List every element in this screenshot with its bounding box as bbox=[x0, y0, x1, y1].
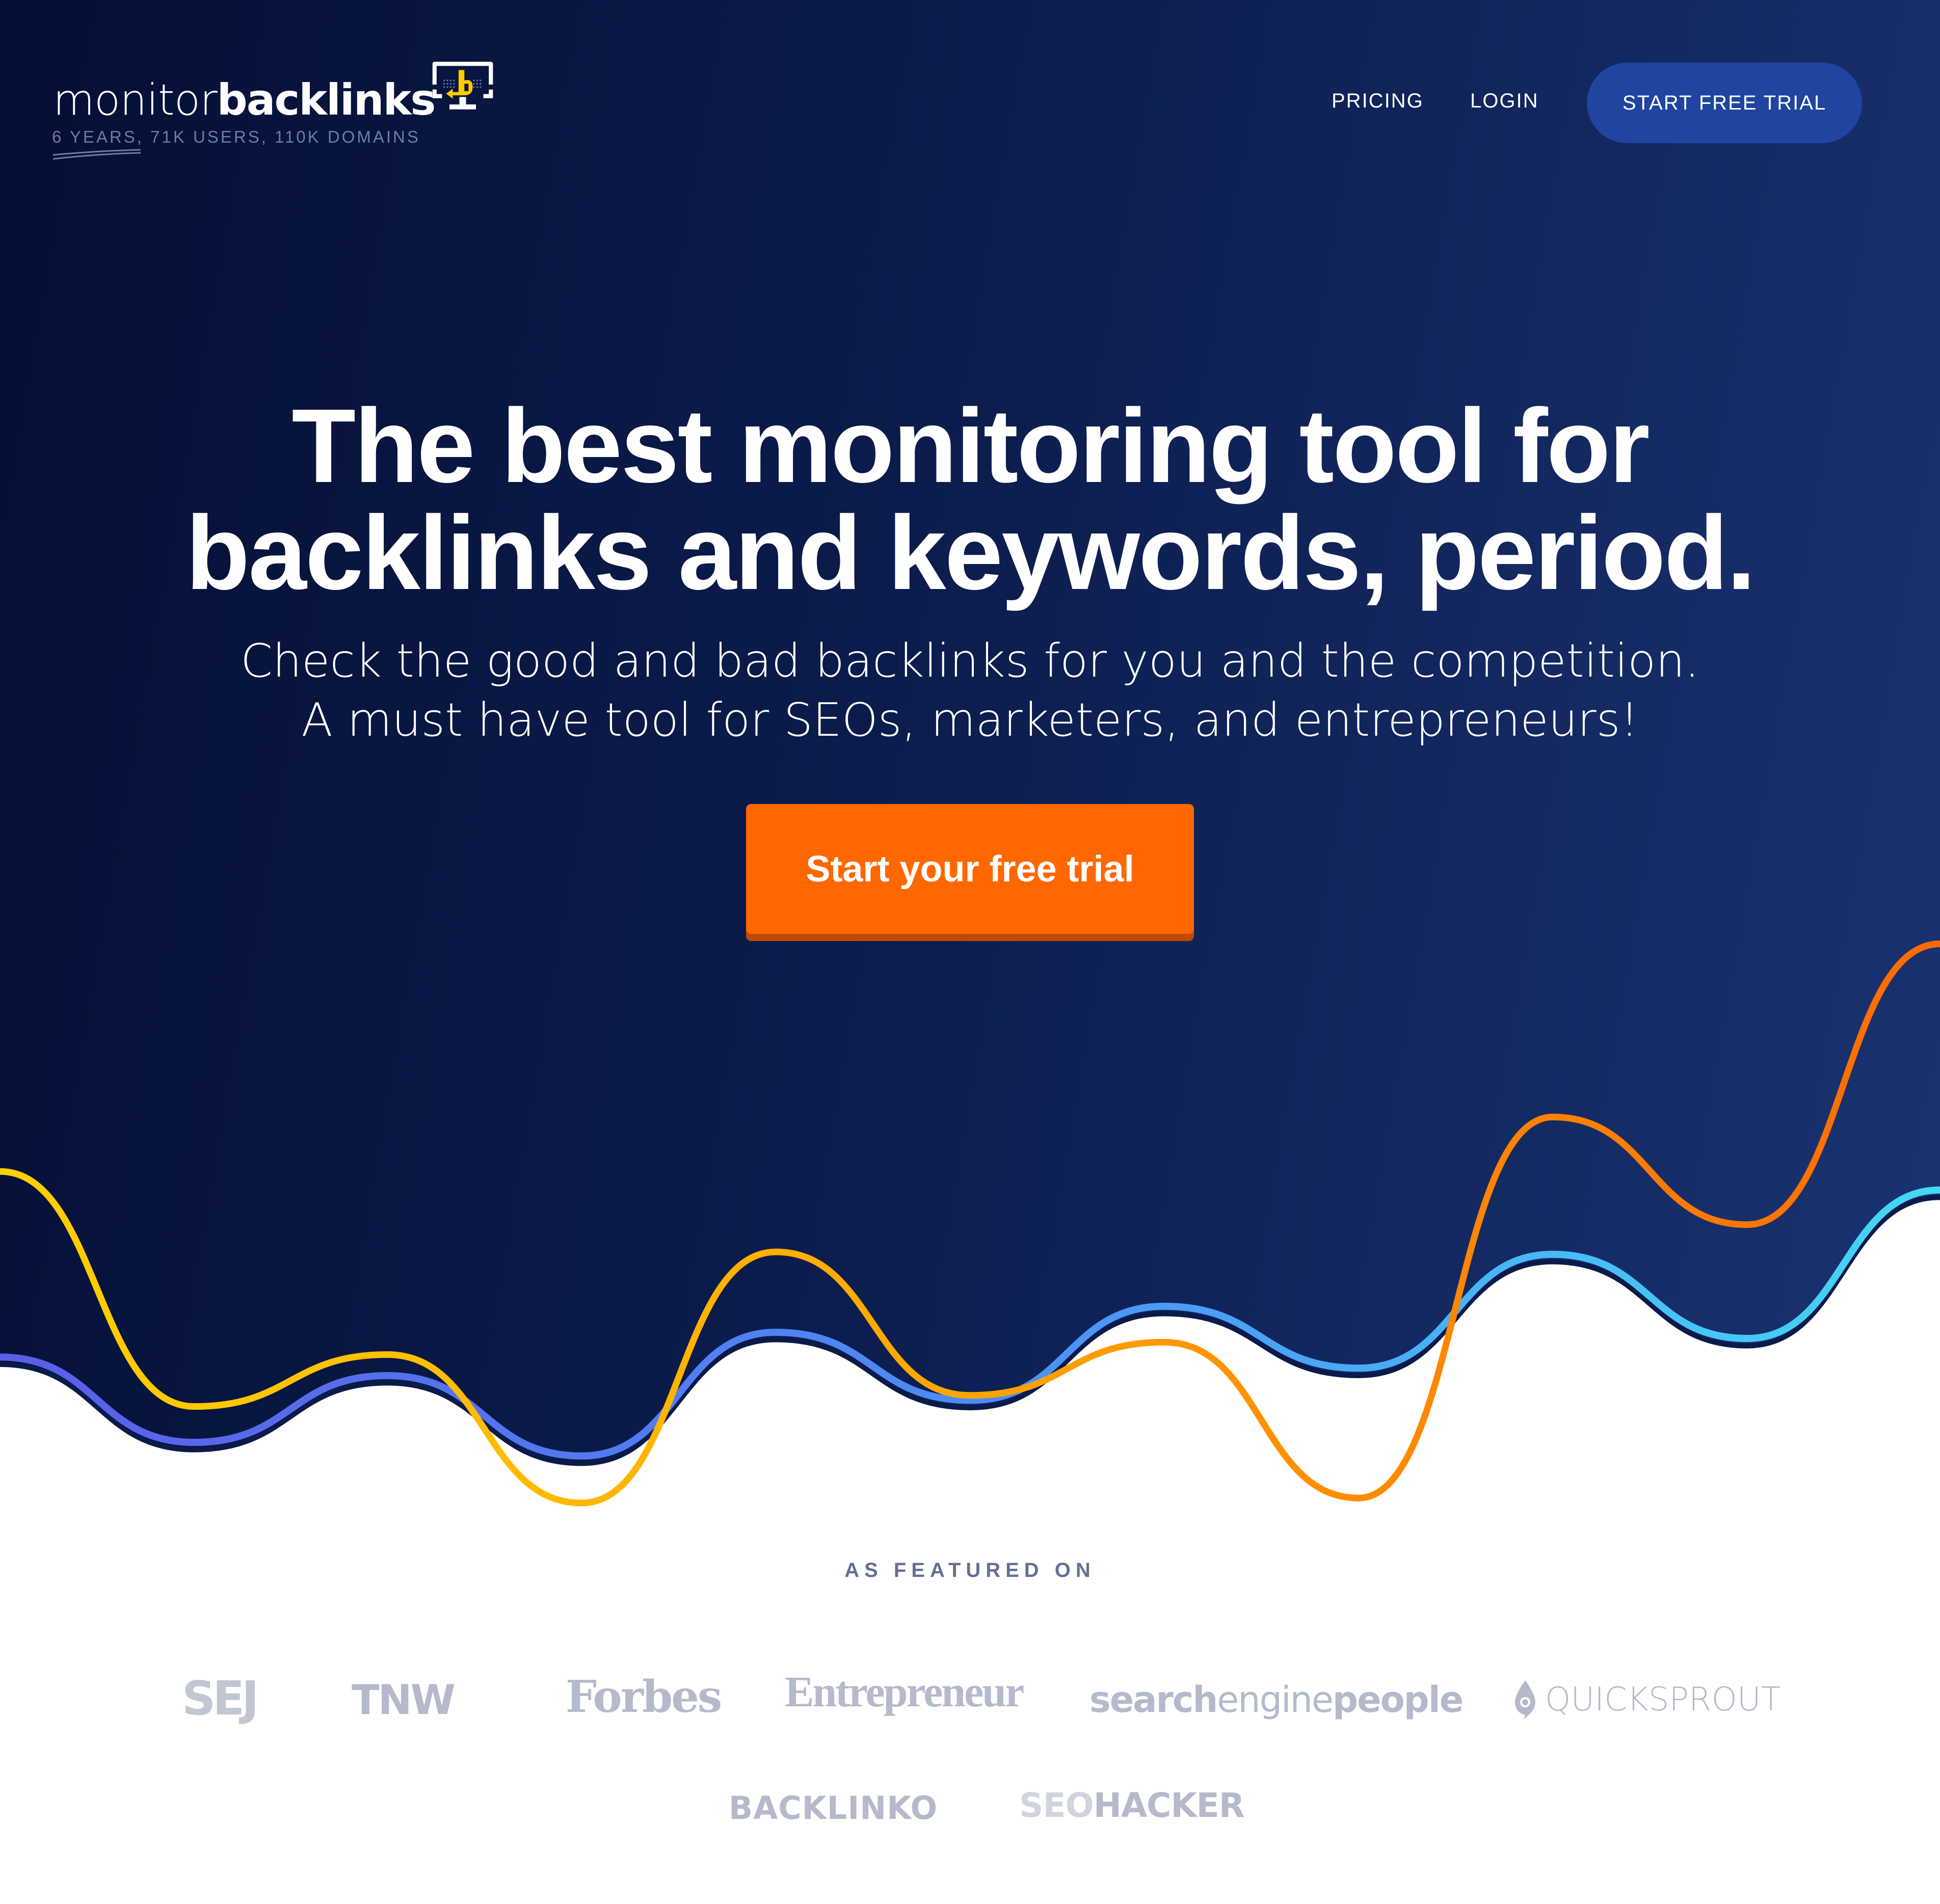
quicksprout-icon bbox=[1515, 1680, 1535, 1719]
nav-login[interactable]: LOGIN bbox=[1470, 90, 1538, 113]
sep-part-people: people bbox=[1332, 1679, 1464, 1721]
headline-line-2: backlinks and keywords, period. bbox=[185, 494, 1756, 611]
headline-line-1: The best monitoring tool for bbox=[291, 387, 1650, 504]
sep-part-engine: engine bbox=[1217, 1679, 1334, 1721]
brand-name-light: monitor bbox=[53, 75, 218, 125]
subtitle-line-1: Check the good and bad backlinks for you… bbox=[241, 634, 1699, 688]
seohacker-part-hacker: HACKER bbox=[1093, 1786, 1245, 1825]
nav-start-free-trial-button[interactable]: START FREE TRIAL bbox=[1587, 63, 1862, 143]
press-logo-quicksprout: QUICKSPROUT bbox=[1512, 1679, 1781, 1720]
start-free-trial-button[interactable]: Start your free trial bbox=[746, 804, 1194, 934]
press-logo-forbes: Forbes bbox=[566, 1671, 722, 1723]
brand-tagline: 6 YEARS, 71K USERS, 110K DOMAINS bbox=[52, 127, 420, 146]
featured-heading: AS FEATURED ON bbox=[844, 1559, 1096, 1581]
press-logo-backlinko: BACKLINKO bbox=[729, 1789, 938, 1827]
press-logo-sej: SEJ bbox=[182, 1671, 259, 1726]
press-logo-searchenginepeople: searchenginepeople bbox=[1089, 1679, 1464, 1721]
brand-logo[interactable]: monitor backlinks bbox=[53, 70, 436, 125]
decorative-waves bbox=[0, 941, 1940, 1528]
sep-part-search: search bbox=[1089, 1679, 1218, 1721]
press-logo-tnw: TNW bbox=[352, 1676, 456, 1724]
press-logo-seohacker: SEOHACKER bbox=[1019, 1786, 1245, 1825]
quicksprout-label: QUICKSPROUT bbox=[1545, 1681, 1781, 1719]
nav-pricing[interactable]: PRICING bbox=[1332, 90, 1424, 113]
brand-name-bold: backlinks bbox=[217, 75, 436, 125]
white-wave-fill bbox=[0, 1197, 1940, 1528]
tagline-underline bbox=[52, 149, 141, 160]
subtitle-line-2: A must have tool for SEOs, marketers, an… bbox=[301, 693, 1639, 747]
seohacker-part-seo: SEO bbox=[1019, 1786, 1094, 1825]
hero-subtitle: Check the good and bad backlinks for you… bbox=[0, 632, 1940, 750]
press-logo-entrepreneur: Entrepreneur bbox=[785, 1667, 1024, 1716]
hero-headline: The best monitoring tool for backlinks a… bbox=[0, 392, 1940, 606]
monitor-backlink-icon bbox=[432, 62, 493, 110]
